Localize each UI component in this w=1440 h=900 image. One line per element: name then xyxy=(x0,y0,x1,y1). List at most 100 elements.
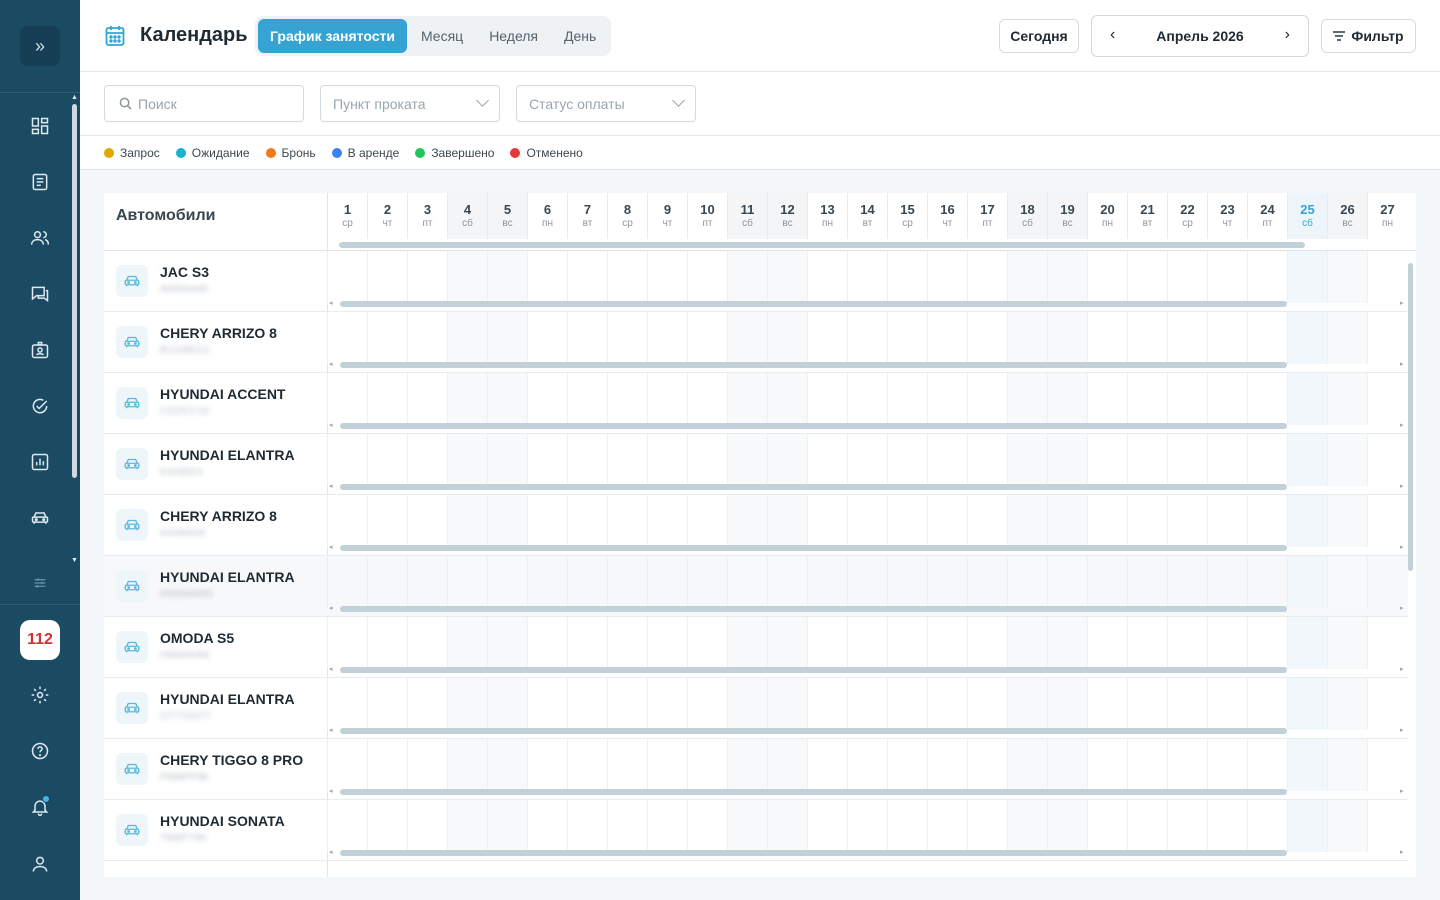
scroll-right-icon[interactable]: ▸ xyxy=(1400,360,1404,368)
day-cell[interactable] xyxy=(1087,373,1127,425)
scroll-right-icon[interactable]: ▸ xyxy=(1400,665,1404,673)
day-cell[interactable] xyxy=(847,678,887,730)
day-cell[interactable] xyxy=(1327,678,1367,730)
day-cell[interactable] xyxy=(767,617,807,669)
day-cell[interactable] xyxy=(1007,556,1047,608)
search-input[interactable]: Поиск xyxy=(104,85,304,122)
dashboard-icon[interactable] xyxy=(20,106,60,146)
day-cell[interactable] xyxy=(927,373,967,425)
day-cell[interactable] xyxy=(447,312,487,364)
day-cell[interactable] xyxy=(967,373,1007,425)
scroll-left-icon[interactable]: ◂ xyxy=(329,482,333,490)
day-cell[interactable] xyxy=(647,617,687,669)
day-cell[interactable] xyxy=(767,678,807,730)
day-cell[interactable] xyxy=(767,373,807,425)
day-cell[interactable] xyxy=(327,312,367,364)
day-cell[interactable] xyxy=(527,373,567,425)
day-cell[interactable] xyxy=(967,678,1007,730)
day-cell[interactable] xyxy=(1287,373,1327,425)
day-cell[interactable] xyxy=(447,373,487,425)
row-horizontal-scrollbar[interactable] xyxy=(340,301,1287,307)
day-cell[interactable] xyxy=(807,251,847,303)
day-cell[interactable] xyxy=(447,678,487,730)
day-cell[interactable] xyxy=(327,617,367,669)
day-cell[interactable] xyxy=(1327,617,1367,669)
scroll-left-icon[interactable]: ◂ xyxy=(329,421,333,429)
header-horizontal-scrollbar[interactable] xyxy=(339,242,1305,248)
tab-month[interactable]: Месяц xyxy=(409,19,475,53)
day-cell[interactable] xyxy=(567,434,607,486)
day-cell[interactable] xyxy=(887,617,927,669)
row-horizontal-scrollbar[interactable] xyxy=(340,606,1287,612)
day-cell[interactable] xyxy=(1087,495,1127,547)
day-cell[interactable] xyxy=(447,495,487,547)
day-cell[interactable] xyxy=(1287,556,1327,608)
day-cell[interactable] xyxy=(1047,617,1087,669)
sliders-icon[interactable] xyxy=(20,563,60,603)
scroll-left-icon[interactable]: ◂ xyxy=(329,787,333,795)
day-cell[interactable] xyxy=(687,800,727,852)
day-cell[interactable] xyxy=(1167,434,1207,486)
row-horizontal-scrollbar[interactable] xyxy=(340,728,1287,734)
day-cell[interactable] xyxy=(1207,434,1247,486)
day-cell[interactable] xyxy=(647,434,687,486)
day-cell[interactable] xyxy=(647,739,687,791)
day-cell[interactable] xyxy=(487,495,527,547)
day-cell[interactable] xyxy=(1327,739,1367,791)
chart-icon[interactable] xyxy=(20,442,60,482)
day-cell[interactable] xyxy=(1087,312,1127,364)
day-cell[interactable] xyxy=(687,617,727,669)
day-cell[interactable] xyxy=(607,678,647,730)
scroll-right-icon[interactable]: ▸ xyxy=(1400,421,1404,429)
day-cell[interactable] xyxy=(887,739,927,791)
day-cell[interactable] xyxy=(447,617,487,669)
notification-count-badge[interactable]: 112 xyxy=(20,620,60,660)
row-horizontal-scrollbar[interactable] xyxy=(340,545,1287,551)
day-cell[interactable] xyxy=(1287,495,1327,547)
day-cell[interactable] xyxy=(567,312,607,364)
day-cell[interactable] xyxy=(1087,251,1127,303)
day-cell[interactable] xyxy=(327,678,367,730)
row-horizontal-scrollbar[interactable] xyxy=(340,362,1287,368)
car-row[interactable]: HYUNDAI SONATA Т999ТТ99 ◂ ▸ xyxy=(104,800,1408,861)
scroll-left-icon[interactable]: ◂ xyxy=(329,543,333,551)
day-cell[interactable] xyxy=(1087,678,1127,730)
day-cell[interactable] xyxy=(1247,617,1287,669)
day-cell[interactable] xyxy=(1167,556,1207,608)
day-cell[interactable] xyxy=(1247,434,1287,486)
car-row[interactable]: HYUNDAI ELANTRA М555ММ55 ◂ ▸ xyxy=(104,556,1408,617)
day-cell[interactable] xyxy=(647,373,687,425)
scroll-left-icon[interactable]: ◂ xyxy=(329,848,333,856)
day-cell[interactable] xyxy=(407,800,447,852)
scroll-left-icon[interactable]: ◂ xyxy=(329,665,333,673)
day-cell[interactable] xyxy=(647,312,687,364)
day-cell[interactable] xyxy=(487,312,527,364)
day-cell[interactable] xyxy=(607,556,647,608)
day-cell[interactable] xyxy=(767,312,807,364)
day-cell[interactable] xyxy=(767,495,807,547)
day-cell[interactable] xyxy=(1127,434,1167,486)
next-month-icon[interactable]: › xyxy=(1285,26,1290,44)
car-row[interactable]: HYUNDAI ELANTRA О777ОО77 ◂ ▸ xyxy=(104,678,1408,739)
day-cell[interactable] xyxy=(1247,312,1287,364)
day-cell[interactable] xyxy=(807,495,847,547)
day-cell[interactable] xyxy=(1207,617,1247,669)
day-cell[interactable] xyxy=(367,373,407,425)
day-cell[interactable] xyxy=(1087,800,1127,852)
day-cell[interactable] xyxy=(407,373,447,425)
day-cell[interactable] xyxy=(527,800,567,852)
day-cell[interactable] xyxy=(1127,495,1167,547)
rental-point-select[interactable]: Пункт проката xyxy=(320,85,500,122)
day-cell[interactable] xyxy=(1167,739,1207,791)
day-cell[interactable] xyxy=(727,373,767,425)
day-cell[interactable] xyxy=(607,251,647,303)
day-cell[interactable] xyxy=(887,495,927,547)
day-cell[interactable] xyxy=(927,434,967,486)
day-cell[interactable] xyxy=(567,251,607,303)
day-cell[interactable] xyxy=(687,312,727,364)
day-cell[interactable] xyxy=(887,373,927,425)
day-cell[interactable] xyxy=(807,373,847,425)
day-cell[interactable] xyxy=(527,251,567,303)
day-cell[interactable] xyxy=(847,434,887,486)
day-cell[interactable] xyxy=(1007,434,1047,486)
